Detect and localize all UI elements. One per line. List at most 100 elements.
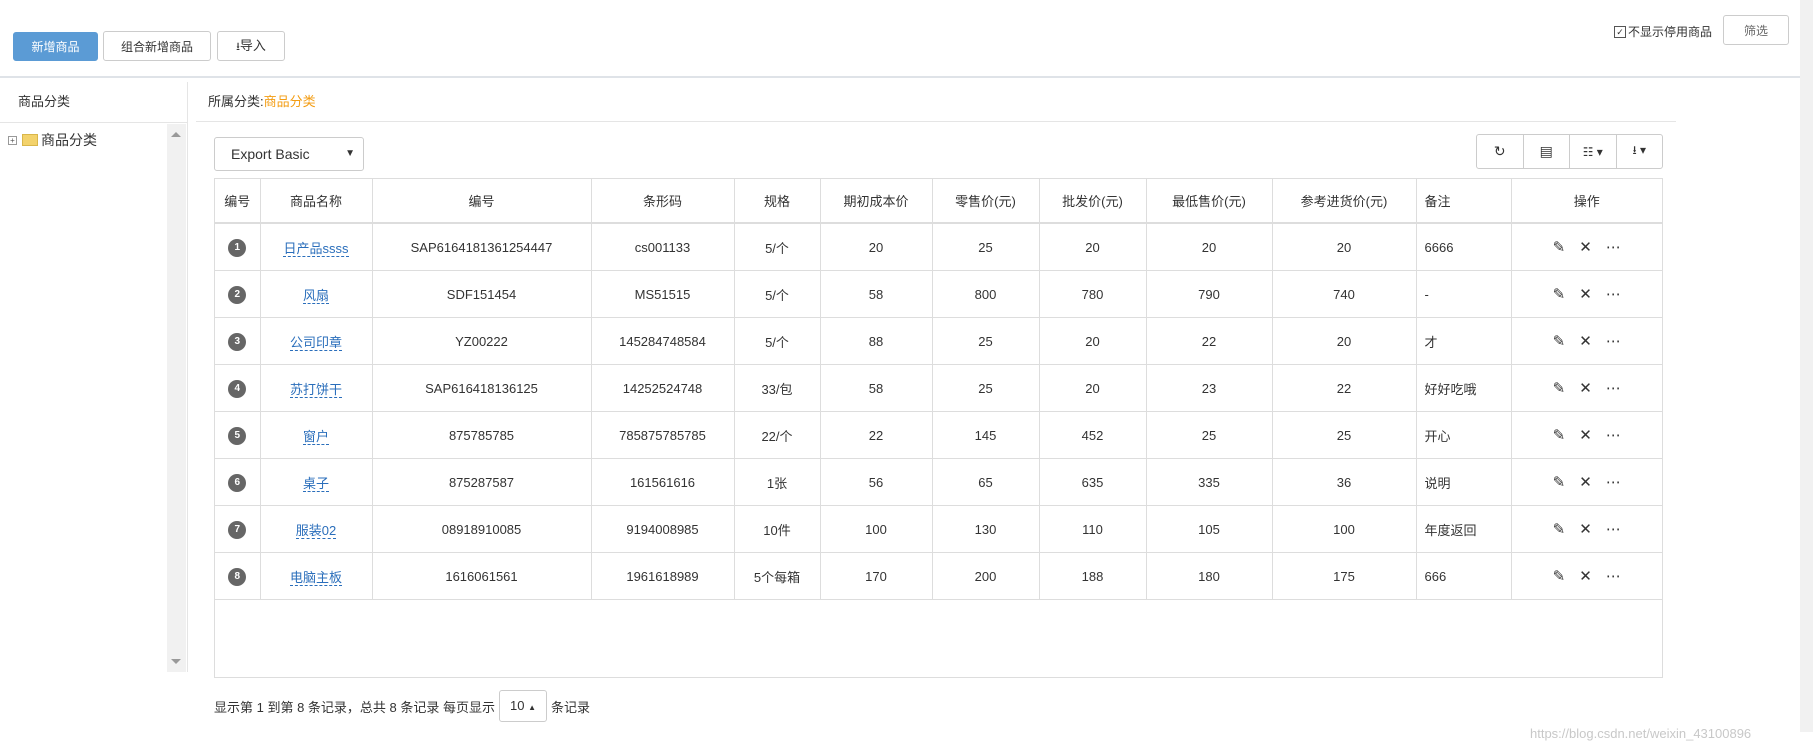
spec-value: 5/个 (765, 287, 789, 303)
row-actions: ✎ ✕ ⋯ (1511, 505, 1662, 553)
export-select[interactable]: Export Basic ▼ (214, 137, 364, 171)
more-icon[interactable]: ⋯ (1606, 285, 1621, 303)
cell-note: 说明 (1416, 458, 1512, 506)
tree-node-root[interactable]: + 商品分类 (8, 130, 97, 150)
toggle-view-button[interactable]: ▤ (1524, 135, 1570, 168)
import-button[interactable]: ⭳导入 (217, 31, 285, 61)
ref-value: 20 (1336, 333, 1352, 349)
edit-icon[interactable]: ✎ (1553, 426, 1566, 444)
column-header[interactable]: 参考进货价(元) (1272, 179, 1417, 224)
edit-icon[interactable]: ✎ (1553, 332, 1566, 350)
delete-icon[interactable]: ✕ (1579, 473, 1592, 491)
delete-icon[interactable]: ✕ (1579, 567, 1592, 585)
product-name-link[interactable]: 苏打饼干 (289, 381, 342, 398)
retail-value: 65 (978, 474, 993, 490)
list-icon: ▤ (1539, 143, 1553, 159)
column-header[interactable]: 零售价(元) (932, 179, 1040, 224)
column-header[interactable]: 最低售价(元) (1146, 179, 1273, 224)
cell-note: 666 (1416, 552, 1512, 600)
columns-button[interactable]: ☷ ▾ (1570, 135, 1617, 168)
cell-ref: 25 (1272, 411, 1417, 459)
cost-value: 58 (868, 380, 884, 396)
row-number-badge: 3 (228, 332, 247, 351)
page-scrollbar[interactable] (1800, 0, 1813, 732)
column-header[interactable]: 操作 (1511, 179, 1662, 224)
product-name-link[interactable]: 桌子 (302, 475, 329, 492)
scroll-down-icon[interactable] (171, 659, 181, 664)
product-table: 编号 商品名称 编号 条形码 规格 期初成本价 零售价(元) 批发价(元) 最低… (214, 178, 1663, 678)
table-tools: ↻ ▤ ☷ ▾ ⭳ ▾ (1476, 134, 1663, 169)
delete-icon[interactable]: ✕ (1579, 426, 1592, 444)
folder-icon (22, 134, 38, 146)
product-name-link[interactable]: 窗户 (302, 428, 329, 445)
cell-note: - (1416, 270, 1512, 318)
cell-barcode: 785875785785 (591, 411, 735, 459)
cell-idx: 4 (215, 364, 261, 412)
delete-icon[interactable]: ✕ (1579, 332, 1592, 350)
cell-cost: 170 (820, 552, 933, 600)
expand-icon[interactable]: + (8, 135, 17, 145)
edit-icon[interactable]: ✎ (1553, 567, 1566, 585)
product-name-link[interactable]: 服装02 (295, 522, 337, 539)
delete-icon[interactable]: ✕ (1579, 379, 1592, 397)
combo-add-product-button[interactable]: 组合新增商品 (103, 31, 211, 61)
cell-cost: 20 (820, 223, 933, 271)
delete-icon[interactable]: ✕ (1579, 520, 1592, 538)
edit-icon[interactable]: ✎ (1553, 379, 1566, 397)
cell-spec: 5个每箱 (734, 552, 821, 600)
note-value: 说明 (1424, 475, 1451, 491)
export-button[interactable]: ⭳ ▾ (1617, 135, 1663, 168)
note-value: 好好吃哦 (1424, 381, 1477, 397)
cell-ref: 20 (1272, 317, 1417, 365)
table-row: 2 风扇 SDF151454 MS51515 5/个 58 800 780 790 740 - ✎ ✕ ⋯ (215, 270, 1662, 318)
more-icon[interactable]: ⋯ (1606, 426, 1621, 444)
cell-idx: 1 (215, 223, 261, 271)
column-header[interactable]: 商品名称 (260, 179, 373, 224)
more-icon[interactable]: ⋯ (1606, 379, 1621, 397)
page-size-select[interactable]: 10 ▲ (498, 690, 547, 722)
page-size-value: 10 (509, 698, 525, 713)
filter-button[interactable]: 筛选 (1723, 15, 1789, 45)
add-product-button[interactable]: 新增商品 (13, 32, 98, 61)
column-header[interactable]: 编号 (372, 179, 592, 224)
delete-icon[interactable]: ✕ (1579, 285, 1592, 303)
column-header[interactable]: 批发价(元) (1039, 179, 1147, 224)
more-icon[interactable]: ⋯ (1606, 238, 1621, 256)
retail-value: 130 (974, 521, 997, 537)
refresh-button[interactable]: ↻ (1477, 135, 1524, 168)
cell-spec: 1张 (734, 458, 821, 506)
cell-name: 服装02 (260, 505, 373, 553)
scroll-up-icon[interactable] (171, 132, 181, 137)
cell-idx: 7 (215, 505, 261, 553)
cell-cost: 56 (820, 458, 933, 506)
code-value: YZ00222 (455, 333, 508, 349)
sidebar-scrollbar[interactable] (167, 124, 186, 672)
cell-barcode: 1961618989 (591, 552, 735, 600)
edit-icon[interactable]: ✎ (1553, 285, 1566, 303)
edit-icon[interactable]: ✎ (1553, 520, 1566, 538)
delete-icon[interactable]: ✕ (1579, 238, 1592, 256)
edit-icon[interactable]: ✎ (1553, 473, 1566, 491)
column-header[interactable]: 条形码 (591, 179, 735, 224)
column-header[interactable]: 编号 (215, 179, 261, 224)
hide-disabled-checkbox[interactable]: ✓ 不显示停用商品 (1614, 23, 1712, 40)
more-icon[interactable]: ⋯ (1606, 332, 1621, 350)
more-icon[interactable]: ⋯ (1606, 520, 1621, 538)
code-value: SDF151454 (446, 286, 517, 302)
product-name-link[interactable]: 电脑主板 (289, 569, 342, 586)
more-icon[interactable]: ⋯ (1606, 473, 1621, 491)
edit-icon[interactable]: ✎ (1553, 238, 1566, 256)
ref-value: 100 (1333, 521, 1355, 537)
column-header[interactable]: 规格 (734, 179, 821, 224)
column-header[interactable]: 备注 (1416, 179, 1512, 224)
barcode-value: 145284748584 (619, 333, 706, 349)
note-value: 666 (1424, 568, 1447, 584)
tree-node-label[interactable]: 商品分类 (41, 130, 97, 150)
top-toolbar: 新增商品 组合新增商品 ⭳导入 ✓ 不显示停用商品 筛选 (0, 0, 1800, 78)
product-name-link[interactable]: 风扇 (302, 287, 329, 304)
cell-cost: 22 (820, 411, 933, 459)
more-icon[interactable]: ⋯ (1606, 567, 1621, 585)
product-name-link[interactable]: 公司印章 (289, 334, 342, 351)
product-name-link[interactable]: 日产品ssss (283, 240, 349, 257)
column-header[interactable]: 期初成本价 (820, 179, 933, 224)
